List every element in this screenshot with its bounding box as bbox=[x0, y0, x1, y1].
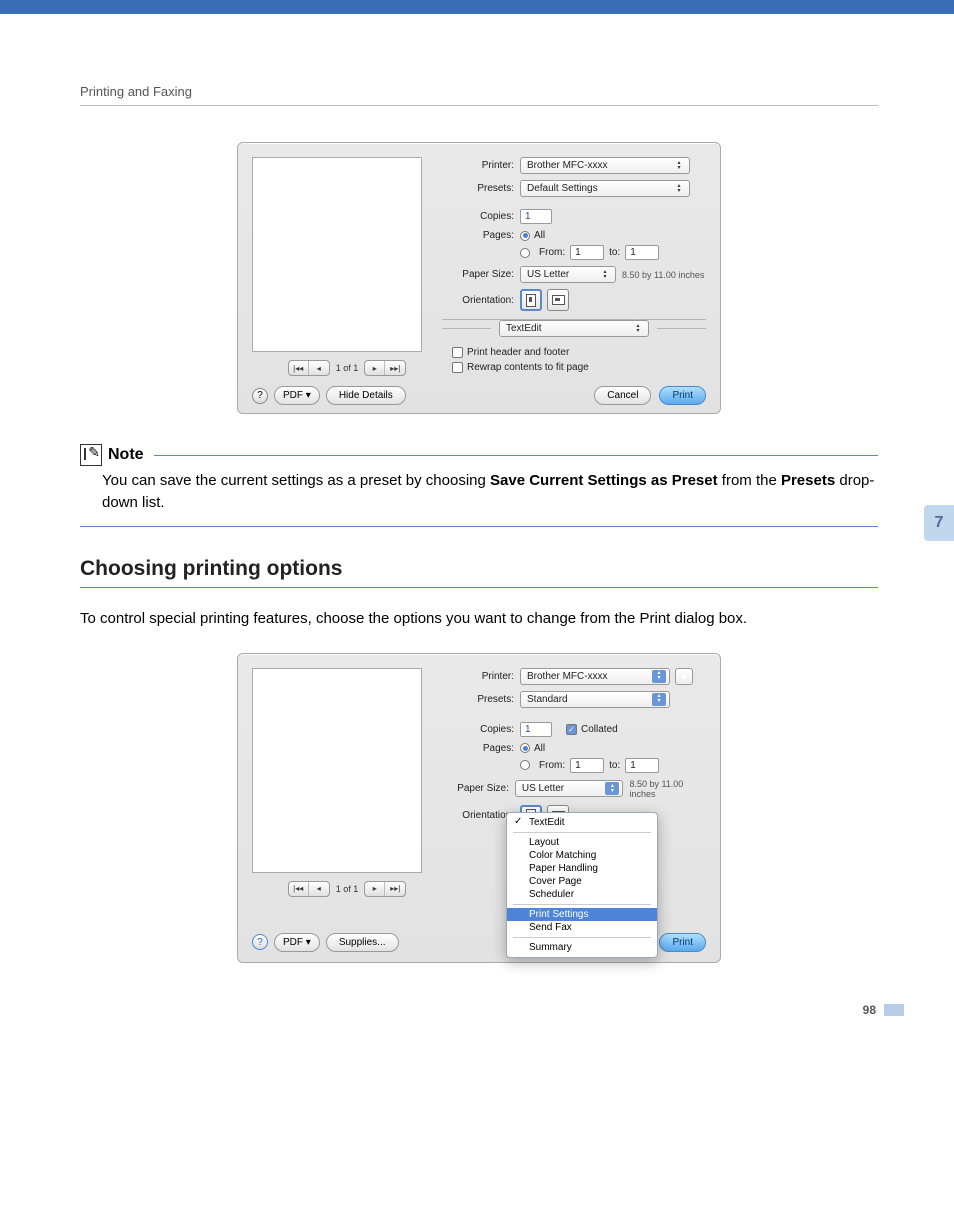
paper-size-label: Paper Size: bbox=[442, 783, 515, 794]
print-button[interactable]: Print bbox=[659, 933, 706, 952]
print-dialog-1: |◂◂ ◂ 1 of 1 ▸ ▸▸| Printer: Brother MFC-… bbox=[237, 142, 721, 414]
pager-fwd-group[interactable]: ▸ ▸▸| bbox=[364, 360, 406, 376]
stepper-icon: ▴▾ bbox=[605, 782, 619, 795]
copies-input[interactable]: 1 bbox=[520, 209, 552, 224]
to-label: to: bbox=[609, 247, 620, 258]
note-body: You can save the current settings as a p… bbox=[80, 466, 878, 527]
pages-all-label: All bbox=[534, 230, 545, 241]
chapter-tab: 7 bbox=[924, 505, 954, 541]
orientation-portrait[interactable] bbox=[520, 289, 542, 311]
menu-item-scheduler[interactable]: Scheduler bbox=[507, 888, 657, 901]
supplies-button[interactable]: Supplies... bbox=[326, 933, 399, 952]
note-block: Note You can save the current settings a… bbox=[80, 444, 878, 527]
to-input[interactable]: 1 bbox=[625, 245, 659, 260]
copies-input[interactable]: 1 bbox=[520, 722, 552, 737]
pages-label: Pages: bbox=[442, 743, 520, 754]
pager-back-group[interactable]: |◂◂ ◂ bbox=[288, 360, 330, 376]
presets-label: Presets: bbox=[442, 694, 520, 705]
print-dialog-2: |◂◂ ◂ 1 of 1 ▸ ▸▸| Printer: Brother MFC-… bbox=[237, 653, 721, 963]
prev-page-icon[interactable]: ◂ bbox=[309, 361, 329, 375]
stepper-icon: ▴▾ bbox=[652, 693, 666, 706]
pages-label: Pages: bbox=[442, 230, 520, 241]
pages-range-radio[interactable] bbox=[520, 248, 530, 258]
page-preview bbox=[252, 157, 422, 352]
rewrap-label: Rewrap contents to fit page bbox=[467, 362, 589, 373]
pager-text: 1 of 1 bbox=[336, 363, 359, 373]
last-page-icon[interactable]: ▸▸| bbox=[385, 361, 405, 375]
last-page-icon[interactable]: ▸▸| bbox=[385, 882, 405, 896]
orientation-label: Orientation: bbox=[442, 295, 520, 306]
section-body: To control special printing features, ch… bbox=[80, 610, 878, 627]
paper-size-label: Paper Size: bbox=[442, 269, 520, 280]
copies-label: Copies: bbox=[442, 211, 520, 222]
printer-select[interactable]: Brother MFC-xxxx ▴▾ bbox=[520, 668, 670, 685]
rewrap-checkbox[interactable] bbox=[452, 362, 463, 373]
prev-page-icon[interactable]: ◂ bbox=[309, 882, 329, 896]
printer-label: Printer: bbox=[442, 160, 520, 171]
note-title: Note bbox=[108, 446, 144, 464]
stepper-icon: ▴▾ bbox=[672, 159, 686, 172]
paper-size-select[interactable]: US Letter ▴▾ bbox=[515, 780, 624, 797]
presets-select[interactable]: Default Settings ▴▾ bbox=[520, 180, 690, 197]
print-button[interactable]: Print bbox=[659, 386, 706, 405]
menu-item-paper-handling[interactable]: Paper Handling bbox=[507, 862, 657, 875]
print-header-checkbox[interactable] bbox=[452, 347, 463, 358]
pager-back-group[interactable]: |◂◂ ◂ bbox=[288, 881, 330, 897]
section-heading: Choosing printing options bbox=[80, 557, 878, 588]
printer-select[interactable]: Brother MFC-xxxx ▴▾ bbox=[520, 157, 690, 174]
hide-details-button[interactable]: Hide Details bbox=[326, 386, 406, 405]
menu-item-print-settings[interactable]: Print Settings bbox=[507, 908, 657, 921]
menu-item-layout[interactable]: Layout bbox=[507, 836, 657, 849]
to-input[interactable]: 1 bbox=[625, 758, 659, 773]
paper-size-select[interactable]: US Letter ▴▾ bbox=[520, 266, 616, 283]
page-header-section: Printing and Faxing bbox=[80, 84, 878, 106]
top-brand-bar bbox=[0, 0, 954, 14]
from-label: From: bbox=[539, 760, 565, 771]
menu-item-send-fax[interactable]: Send Fax bbox=[507, 921, 657, 934]
pager-fwd-group[interactable]: ▸ ▸▸| bbox=[364, 881, 406, 897]
pages-all-label: All bbox=[534, 743, 545, 754]
printer-label: Printer: bbox=[442, 671, 520, 682]
cancel-button[interactable]: Cancel bbox=[594, 386, 651, 405]
presets-label: Presets: bbox=[442, 183, 520, 194]
print-header-label: Print header and footer bbox=[467, 347, 569, 358]
pager-text: 1 of 1 bbox=[336, 884, 359, 894]
stepper-icon: ▴▾ bbox=[598, 268, 612, 281]
panel-select[interactable]: TextEdit ▴▾ bbox=[499, 320, 649, 337]
first-page-icon[interactable]: |◂◂ bbox=[289, 882, 309, 896]
menu-item-textedit[interactable]: TextEdit bbox=[507, 816, 657, 829]
stepper-icon: ▴▾ bbox=[652, 670, 666, 683]
panel-popup-menu[interactable]: TextEdit Layout Color Matching Paper Han… bbox=[506, 812, 658, 958]
pages-range-radio[interactable] bbox=[520, 760, 530, 770]
from-input[interactable]: 1 bbox=[570, 245, 604, 260]
pdf-button[interactable]: PDF ▾ bbox=[274, 386, 320, 405]
presets-select[interactable]: Standard ▴▾ bbox=[520, 691, 670, 708]
paper-dimensions: 8.50 by 11.00 inches bbox=[622, 270, 704, 280]
next-page-icon[interactable]: ▸ bbox=[365, 361, 385, 375]
next-page-icon[interactable]: ▸ bbox=[365, 882, 385, 896]
collated-label: Collated bbox=[581, 724, 618, 735]
menu-item-color-matching[interactable]: Color Matching bbox=[507, 849, 657, 862]
pages-all-radio[interactable] bbox=[520, 231, 530, 241]
printer-status-button[interactable]: ▲ bbox=[675, 668, 693, 685]
to-label: to: bbox=[609, 760, 620, 771]
collated-checkbox[interactable]: ✓ bbox=[566, 724, 577, 735]
copies-label: Copies: bbox=[442, 724, 520, 735]
pdf-button[interactable]: PDF ▾ bbox=[274, 933, 320, 952]
stepper-icon: ▴▾ bbox=[631, 322, 645, 335]
help-button[interactable]: ? bbox=[252, 934, 268, 950]
note-icon bbox=[80, 444, 102, 466]
page-number: 98 bbox=[863, 1003, 904, 1017]
orientation-landscape[interactable] bbox=[547, 289, 569, 311]
stepper-icon: ▴▾ bbox=[672, 182, 686, 195]
first-page-icon[interactable]: |◂◂ bbox=[289, 361, 309, 375]
from-label: From: bbox=[539, 247, 565, 258]
help-button[interactable]: ? bbox=[252, 388, 268, 404]
paper-dimensions: 8.50 by 11.00 inches bbox=[629, 779, 706, 799]
menu-item-cover-page[interactable]: Cover Page bbox=[507, 875, 657, 888]
page-preview bbox=[252, 668, 422, 873]
menu-item-summary[interactable]: Summary bbox=[507, 941, 657, 954]
pages-all-radio[interactable] bbox=[520, 743, 530, 753]
from-input[interactable]: 1 bbox=[570, 758, 604, 773]
